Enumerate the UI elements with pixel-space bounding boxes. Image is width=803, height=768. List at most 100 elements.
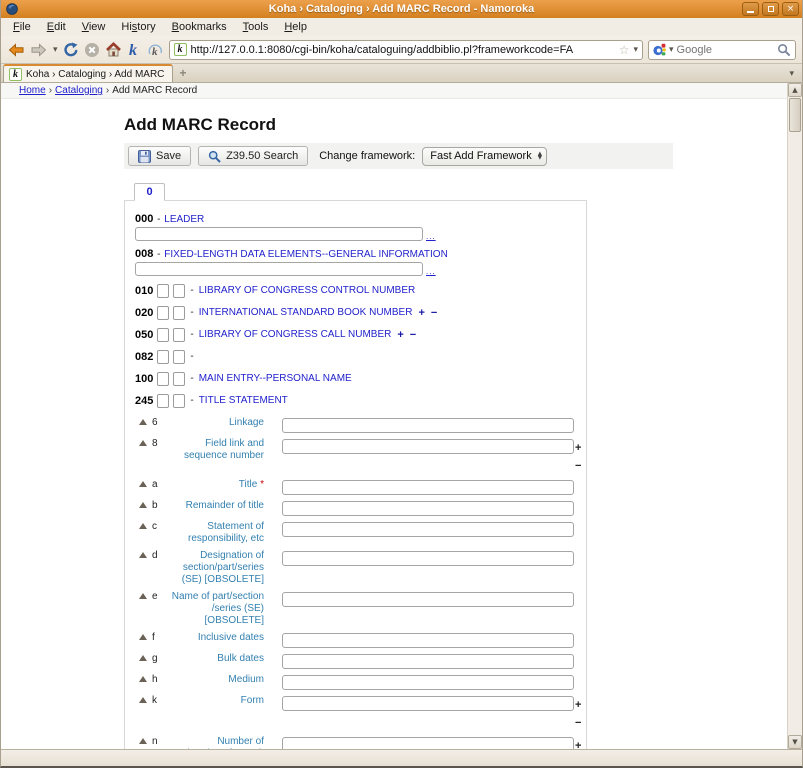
search-magnifier-icon[interactable] bbox=[777, 43, 791, 57]
scroll-down-button[interactable]: ▼ bbox=[788, 735, 802, 749]
vertical-scrollbar[interactable]: ▲ ▼ bbox=[787, 83, 802, 749]
field-label-link[interactable]: LIBRARY OF CONGRESS CALL NUMBER bbox=[199, 329, 392, 340]
tab-0[interactable]: 0 bbox=[134, 183, 165, 201]
subfield-245b-input[interactable] bbox=[282, 501, 574, 516]
move-subfield-icon[interactable] bbox=[139, 502, 147, 508]
delete-field-button[interactable]: − bbox=[431, 307, 437, 319]
home-button[interactable] bbox=[105, 40, 122, 60]
menu-help[interactable]: Help bbox=[276, 19, 315, 35]
delete-subfield-button[interactable]: − bbox=[575, 460, 581, 472]
move-subfield-icon[interactable] bbox=[139, 481, 147, 487]
subfield-label-link[interactable]: Form bbox=[164, 693, 264, 707]
subfield-label-link[interactable]: Name of part/section /series (SE) [OBSOL… bbox=[164, 589, 264, 627]
move-subfield-icon[interactable] bbox=[139, 419, 147, 425]
subfield-245k-input[interactable] bbox=[282, 696, 574, 711]
delete-subfield-button[interactable]: − bbox=[575, 717, 581, 729]
search-engine-dropdown-icon[interactable]: ▾ bbox=[669, 45, 674, 55]
move-subfield-icon[interactable] bbox=[139, 593, 147, 599]
breadcrumb-cataloging-link[interactable]: Cataloging bbox=[55, 85, 103, 96]
list-all-tabs-icon[interactable]: ▾ bbox=[789, 69, 800, 82]
subfield-245a-input[interactable] bbox=[282, 480, 574, 495]
search-input[interactable] bbox=[677, 44, 774, 56]
move-subfield-icon[interactable] bbox=[139, 634, 147, 640]
reload-button[interactable] bbox=[63, 40, 79, 60]
scrollbar-thumb[interactable] bbox=[789, 98, 801, 132]
repeat-field-button[interactable]: + bbox=[397, 329, 403, 341]
field-020-indicator1[interactable] bbox=[157, 306, 169, 320]
koha-bookmark-icon[interactable]: k bbox=[127, 40, 142, 60]
new-tab-button[interactable]: + bbox=[173, 66, 193, 82]
move-subfield-icon[interactable] bbox=[139, 523, 147, 529]
subfield-245c-input[interactable] bbox=[282, 522, 574, 537]
subfield-245f-input[interactable] bbox=[282, 633, 574, 648]
field-010-indicator1[interactable] bbox=[157, 284, 169, 298]
field-245-indicator2[interactable] bbox=[173, 394, 185, 408]
history-dropdown-icon[interactable]: ▾ bbox=[53, 40, 58, 60]
menu-history[interactable]: History bbox=[113, 19, 163, 35]
repeat-field-button[interactable]: + bbox=[418, 307, 424, 319]
search-bar[interactable]: ▾ bbox=[648, 40, 796, 60]
field-label-link[interactable]: LEADER bbox=[164, 214, 204, 225]
breadcrumb-home-link[interactable]: Home bbox=[19, 85, 46, 96]
field-label-link[interactable]: MAIN ENTRY--PERSONAL NAME bbox=[199, 373, 352, 384]
scroll-up-button[interactable]: ▲ bbox=[788, 83, 802, 97]
subfield-label-link[interactable]: Number of part/section of a work bbox=[164, 734, 264, 749]
minimize-button[interactable] bbox=[742, 2, 759, 16]
field-label-link[interactable]: INTERNATIONAL STANDARD BOOK NUMBER bbox=[199, 307, 413, 318]
field-050-indicator1[interactable] bbox=[157, 328, 169, 342]
menu-edit[interactable]: Edit bbox=[39, 19, 74, 35]
subfield-label-link[interactable]: Field link and sequence number bbox=[164, 436, 264, 462]
subfield-2458-input[interactable] bbox=[282, 439, 574, 454]
subfield-245n-input[interactable] bbox=[282, 737, 574, 749]
move-subfield-icon[interactable] bbox=[139, 655, 147, 661]
back-button[interactable] bbox=[7, 40, 25, 60]
field-100-indicator1[interactable] bbox=[157, 372, 169, 386]
field-082-indicator1[interactable] bbox=[157, 350, 169, 364]
subfield-245d-input[interactable] bbox=[282, 551, 574, 566]
z3950-search-button[interactable]: Z39.50 Search bbox=[198, 146, 308, 166]
menu-view[interactable]: View bbox=[74, 19, 114, 35]
menu-file[interactable]: File bbox=[5, 19, 39, 35]
subfield-label-link[interactable]: Bulk dates bbox=[164, 651, 264, 665]
field-050-indicator2[interactable] bbox=[173, 328, 185, 342]
subfield-label-link[interactable]: Medium bbox=[164, 672, 264, 686]
framework-select[interactable]: Fast Add Framework ▲▼ bbox=[422, 147, 547, 166]
field-082-indicator2[interactable] bbox=[173, 350, 185, 364]
subfield-label-link[interactable]: Linkage bbox=[164, 415, 264, 429]
clone-subfield-button[interactable]: + bbox=[575, 740, 581, 749]
move-subfield-icon[interactable] bbox=[139, 440, 147, 446]
subfield-245h-input[interactable] bbox=[282, 675, 574, 690]
close-button[interactable]: × bbox=[782, 2, 799, 16]
koha-reload-icon[interactable]: k bbox=[147, 40, 164, 60]
field-008-input[interactable] bbox=[135, 262, 423, 276]
field-label-link[interactable]: LIBRARY OF CONGRESS CONTROL NUMBER bbox=[199, 285, 416, 296]
clone-subfield-button[interactable]: + bbox=[575, 442, 581, 454]
clone-subfield-button[interactable]: + bbox=[575, 699, 581, 711]
subfield-label-link[interactable]: Remainder of title bbox=[164, 498, 264, 512]
field-100-indicator2[interactable] bbox=[173, 372, 185, 386]
subfield-label-link[interactable]: Title * bbox=[164, 477, 264, 491]
subfield-label-link[interactable]: Inclusive dates bbox=[164, 630, 264, 644]
menu-tools[interactable]: Tools bbox=[235, 19, 277, 35]
subfield-245g-input[interactable] bbox=[282, 654, 574, 669]
forward-button[interactable] bbox=[30, 40, 48, 60]
field-label-link[interactable]: FIXED-LENGTH DATA ELEMENTS--GENERAL INFO… bbox=[164, 249, 448, 260]
delete-field-button[interactable]: − bbox=[410, 329, 416, 341]
browser-tab[interactable]: k Koha › Cataloging › Add MARC R... bbox=[3, 64, 173, 82]
save-button[interactable]: Save bbox=[128, 146, 191, 166]
bookmark-star-icon[interactable]: ☆ bbox=[619, 44, 630, 56]
field-label-link[interactable]: TITLE STATEMENT bbox=[199, 395, 288, 406]
menu-bookmarks[interactable]: Bookmarks bbox=[164, 19, 235, 35]
field-010-indicator2[interactable] bbox=[173, 284, 185, 298]
maximize-button[interactable] bbox=[762, 2, 779, 16]
subfield-245e-input[interactable] bbox=[282, 592, 574, 607]
address-bar[interactable]: k ☆ ▾ bbox=[169, 40, 643, 60]
move-subfield-icon[interactable] bbox=[139, 738, 147, 744]
move-subfield-icon[interactable] bbox=[139, 697, 147, 703]
move-subfield-icon[interactable] bbox=[139, 552, 147, 558]
url-dropdown-icon[interactable]: ▾ bbox=[633, 45, 638, 55]
tag-editor-link[interactable]: ... bbox=[426, 267, 436, 276]
tag-editor-link[interactable]: ... bbox=[426, 232, 436, 241]
stop-button[interactable] bbox=[84, 40, 100, 60]
subfield-2456-input[interactable] bbox=[282, 418, 574, 433]
